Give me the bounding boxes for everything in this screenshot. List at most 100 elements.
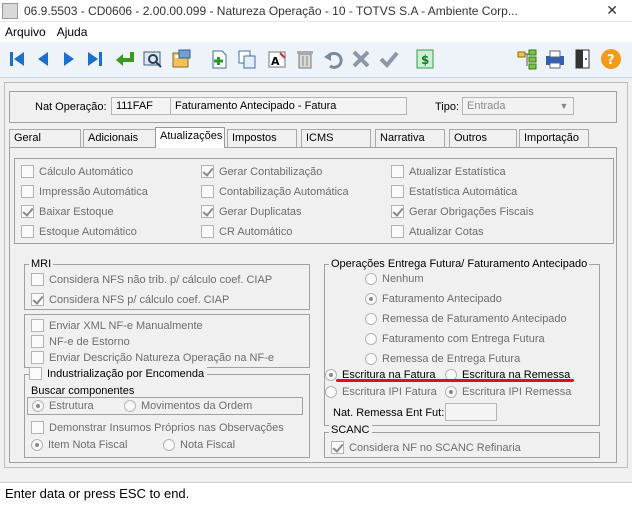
remessa-entrega-futura-radio[interactable]: Remessa de Entrega Futura bbox=[365, 353, 520, 365]
updates-group: Cálculo Automático Impressão Automática … bbox=[14, 158, 614, 244]
movimentos-ordem-radio[interactable]: Movimentos da Ordem bbox=[124, 400, 252, 412]
new-record-icon[interactable] bbox=[208, 48, 230, 70]
radio-icon bbox=[365, 333, 377, 345]
tipo-select[interactable]: Entrada ▼ bbox=[462, 97, 574, 115]
scanc-group: SCANC Considera NF no SCANC Refinaria bbox=[324, 424, 600, 458]
first-record-icon[interactable] bbox=[6, 48, 28, 70]
tab-icms[interactable]: ICMS bbox=[301, 129, 371, 147]
toolbar: A $ ? bbox=[0, 42, 632, 78]
svg-text:?: ? bbox=[607, 53, 615, 68]
menu-bar: Arquivo Ajuda bbox=[0, 22, 632, 42]
estrutura-radio[interactable]: Estrutura bbox=[32, 400, 94, 412]
nota-fiscal-radio[interactable]: Nota Fiscal bbox=[163, 439, 235, 451]
close-icon[interactable]: ✕ bbox=[606, 2, 618, 19]
undo-icon[interactable] bbox=[322, 48, 344, 70]
radio-icon bbox=[365, 273, 377, 285]
tab-adicionais[interactable]: Adicionais bbox=[83, 129, 157, 147]
nat-remessa-field[interactable] bbox=[445, 403, 497, 421]
baixar-estoque-checkbox[interactable]: Baixar Estoque bbox=[21, 205, 114, 218]
gerar-obrigacoes-fiscais-checkbox[interactable]: Gerar Obrigações Fiscais bbox=[391, 205, 534, 218]
estatistica-automatica-checkbox[interactable]: Estatística Automática bbox=[391, 185, 517, 198]
delete-icon[interactable] bbox=[294, 48, 316, 70]
checkbox-icon bbox=[31, 335, 44, 348]
estoque-automatico-checkbox[interactable]: Estoque Automático bbox=[21, 225, 137, 238]
radio-selected-icon bbox=[32, 400, 44, 412]
tab-content-atualizacoes: Cálculo Automático Impressão Automática … bbox=[9, 147, 617, 463]
radio-icon bbox=[365, 313, 377, 325]
menu-ajuda[interactable]: Ajuda bbox=[57, 25, 88, 39]
tab-narrativa[interactable]: Narrativa bbox=[375, 129, 445, 147]
industrializacao-group: Industrialização por Encomenda Buscar co… bbox=[24, 367, 310, 458]
previous-record-icon[interactable] bbox=[32, 48, 54, 70]
radio-selected-icon bbox=[31, 439, 43, 451]
escritura-ipi-fatura-radio[interactable]: Escritura IPI Fatura bbox=[325, 386, 437, 398]
checkbox-icon bbox=[391, 185, 404, 198]
checkbox-icon bbox=[31, 273, 44, 286]
exit-icon[interactable] bbox=[572, 48, 594, 70]
cr-automatico-checkbox[interactable]: CR Automático bbox=[201, 225, 292, 238]
remessa-faturamento-antecipado-radio[interactable]: Remessa de Faturamento Antecipado bbox=[365, 313, 567, 325]
main-panel: Nat Operação: 111FAF Faturamento Antecip… bbox=[4, 82, 628, 468]
demonstrar-insumos-checkbox[interactable]: Demonstrar Insumos Próprios nas Observaç… bbox=[31, 421, 284, 434]
window-title: 06.9.5503 - CD0606 - 2.00.00.099 - Natur… bbox=[24, 3, 518, 18]
nfe-group: Enviar XML NF-e Manualmente NF-e de Esto… bbox=[24, 314, 310, 368]
radio-selected-icon bbox=[445, 386, 457, 398]
header-box: Nat Operação: 111FAF Faturamento Antecip… bbox=[9, 91, 617, 123]
checkbox-icon bbox=[31, 351, 44, 364]
status-bar: Enter data or press ESC to end. bbox=[0, 482, 632, 506]
nat-operacao-code-field[interactable]: 111FAF bbox=[111, 97, 171, 115]
calculo-automatico-checkbox[interactable]: Cálculo Automático bbox=[21, 165, 133, 178]
radio-icon bbox=[325, 386, 337, 398]
tipo-value: Entrada bbox=[467, 100, 506, 112]
faturamento-entrega-futura-radio[interactable]: Faturamento com Entrega Futura bbox=[365, 333, 545, 345]
svg-text:$: $ bbox=[421, 53, 429, 67]
tab-importacao[interactable]: Importação bbox=[519, 129, 589, 147]
next-record-icon[interactable] bbox=[58, 48, 80, 70]
help-icon[interactable]: ? bbox=[600, 48, 622, 70]
industrializacao-checkbox[interactable]: Industrialização por Encomenda bbox=[29, 367, 208, 380]
copy-record-icon[interactable] bbox=[236, 48, 258, 70]
tab-geral[interactable]: Geral bbox=[9, 129, 81, 147]
considera-nfs-checkbox[interactable]: Considera NFS p/ cálculo coef. CIAP bbox=[31, 293, 229, 306]
last-record-icon[interactable] bbox=[84, 48, 106, 70]
checkbox-checked-icon bbox=[31, 293, 44, 306]
print-icon[interactable] bbox=[544, 48, 566, 70]
cancel-icon[interactable] bbox=[350, 48, 372, 70]
considera-nfs-nao-trib-checkbox[interactable]: Considera NFS não trib. p/ cálculo coef.… bbox=[31, 273, 272, 286]
checkbox-icon bbox=[21, 165, 34, 178]
gerar-contabilizacao-checkbox[interactable]: Gerar Contabilização bbox=[201, 165, 322, 178]
checkbox-icon bbox=[31, 319, 44, 332]
return-icon[interactable] bbox=[114, 48, 136, 70]
nfe-estorno-checkbox[interactable]: NF-e de Estorno bbox=[31, 335, 130, 348]
buscar-componentes-label: Buscar componentes bbox=[31, 385, 135, 397]
faturamento-antecipado-radio[interactable]: Faturamento Antecipado bbox=[365, 293, 502, 305]
atualizar-cotas-checkbox[interactable]: Atualizar Cotas bbox=[391, 225, 484, 238]
entrega-futura-title: Operações Entrega Futura/ Faturamento An… bbox=[329, 258, 590, 270]
search-icon[interactable] bbox=[142, 48, 164, 70]
enviar-descricao-checkbox[interactable]: Enviar Descrição Natureza Operação na NF… bbox=[31, 351, 274, 364]
scanc-title: SCANC bbox=[329, 424, 372, 436]
tab-atualizacoes[interactable]: Atualizações bbox=[155, 127, 225, 148]
checkbox-checked-icon bbox=[21, 205, 34, 218]
escritura-ipi-remessa-radio[interactable]: Escritura IPI Remessa bbox=[445, 386, 571, 398]
nenhum-radio[interactable]: Nenhum bbox=[365, 273, 424, 285]
atualizar-estatistica-checkbox[interactable]: Atualizar Estatística bbox=[391, 165, 506, 178]
radio-icon bbox=[163, 439, 175, 451]
gerar-duplicatas-checkbox[interactable]: Gerar Duplicatas bbox=[201, 205, 302, 218]
calculator-icon[interactable] bbox=[170, 48, 192, 70]
impressao-automatica-checkbox[interactable]: Impressão Automática bbox=[21, 185, 148, 198]
edit-text-icon[interactable]: A bbox=[266, 48, 288, 70]
menu-arquivo[interactable]: Arquivo bbox=[5, 25, 46, 39]
tree-icon[interactable] bbox=[516, 48, 538, 70]
confirm-icon[interactable] bbox=[378, 48, 400, 70]
tab-outros[interactable]: Outros bbox=[449, 129, 517, 147]
app-icon bbox=[2, 2, 18, 19]
tab-impostos[interactable]: Impostos bbox=[227, 129, 297, 147]
considera-scanc-checkbox[interactable]: Considera NF no SCANC Refinaria bbox=[331, 441, 521, 454]
item-nota-fiscal-radio[interactable]: Item Nota Fiscal bbox=[31, 439, 127, 451]
currency-icon[interactable]: $ bbox=[414, 48, 436, 70]
enviar-xml-checkbox[interactable]: Enviar XML NF-e Manualmente bbox=[31, 319, 203, 332]
nat-remessa-label: Nat. Remessa Ent Fut: bbox=[333, 407, 445, 419]
contabilizacao-automatica-checkbox[interactable]: Contabilização Automática bbox=[201, 185, 349, 198]
checkbox-icon bbox=[391, 225, 404, 238]
